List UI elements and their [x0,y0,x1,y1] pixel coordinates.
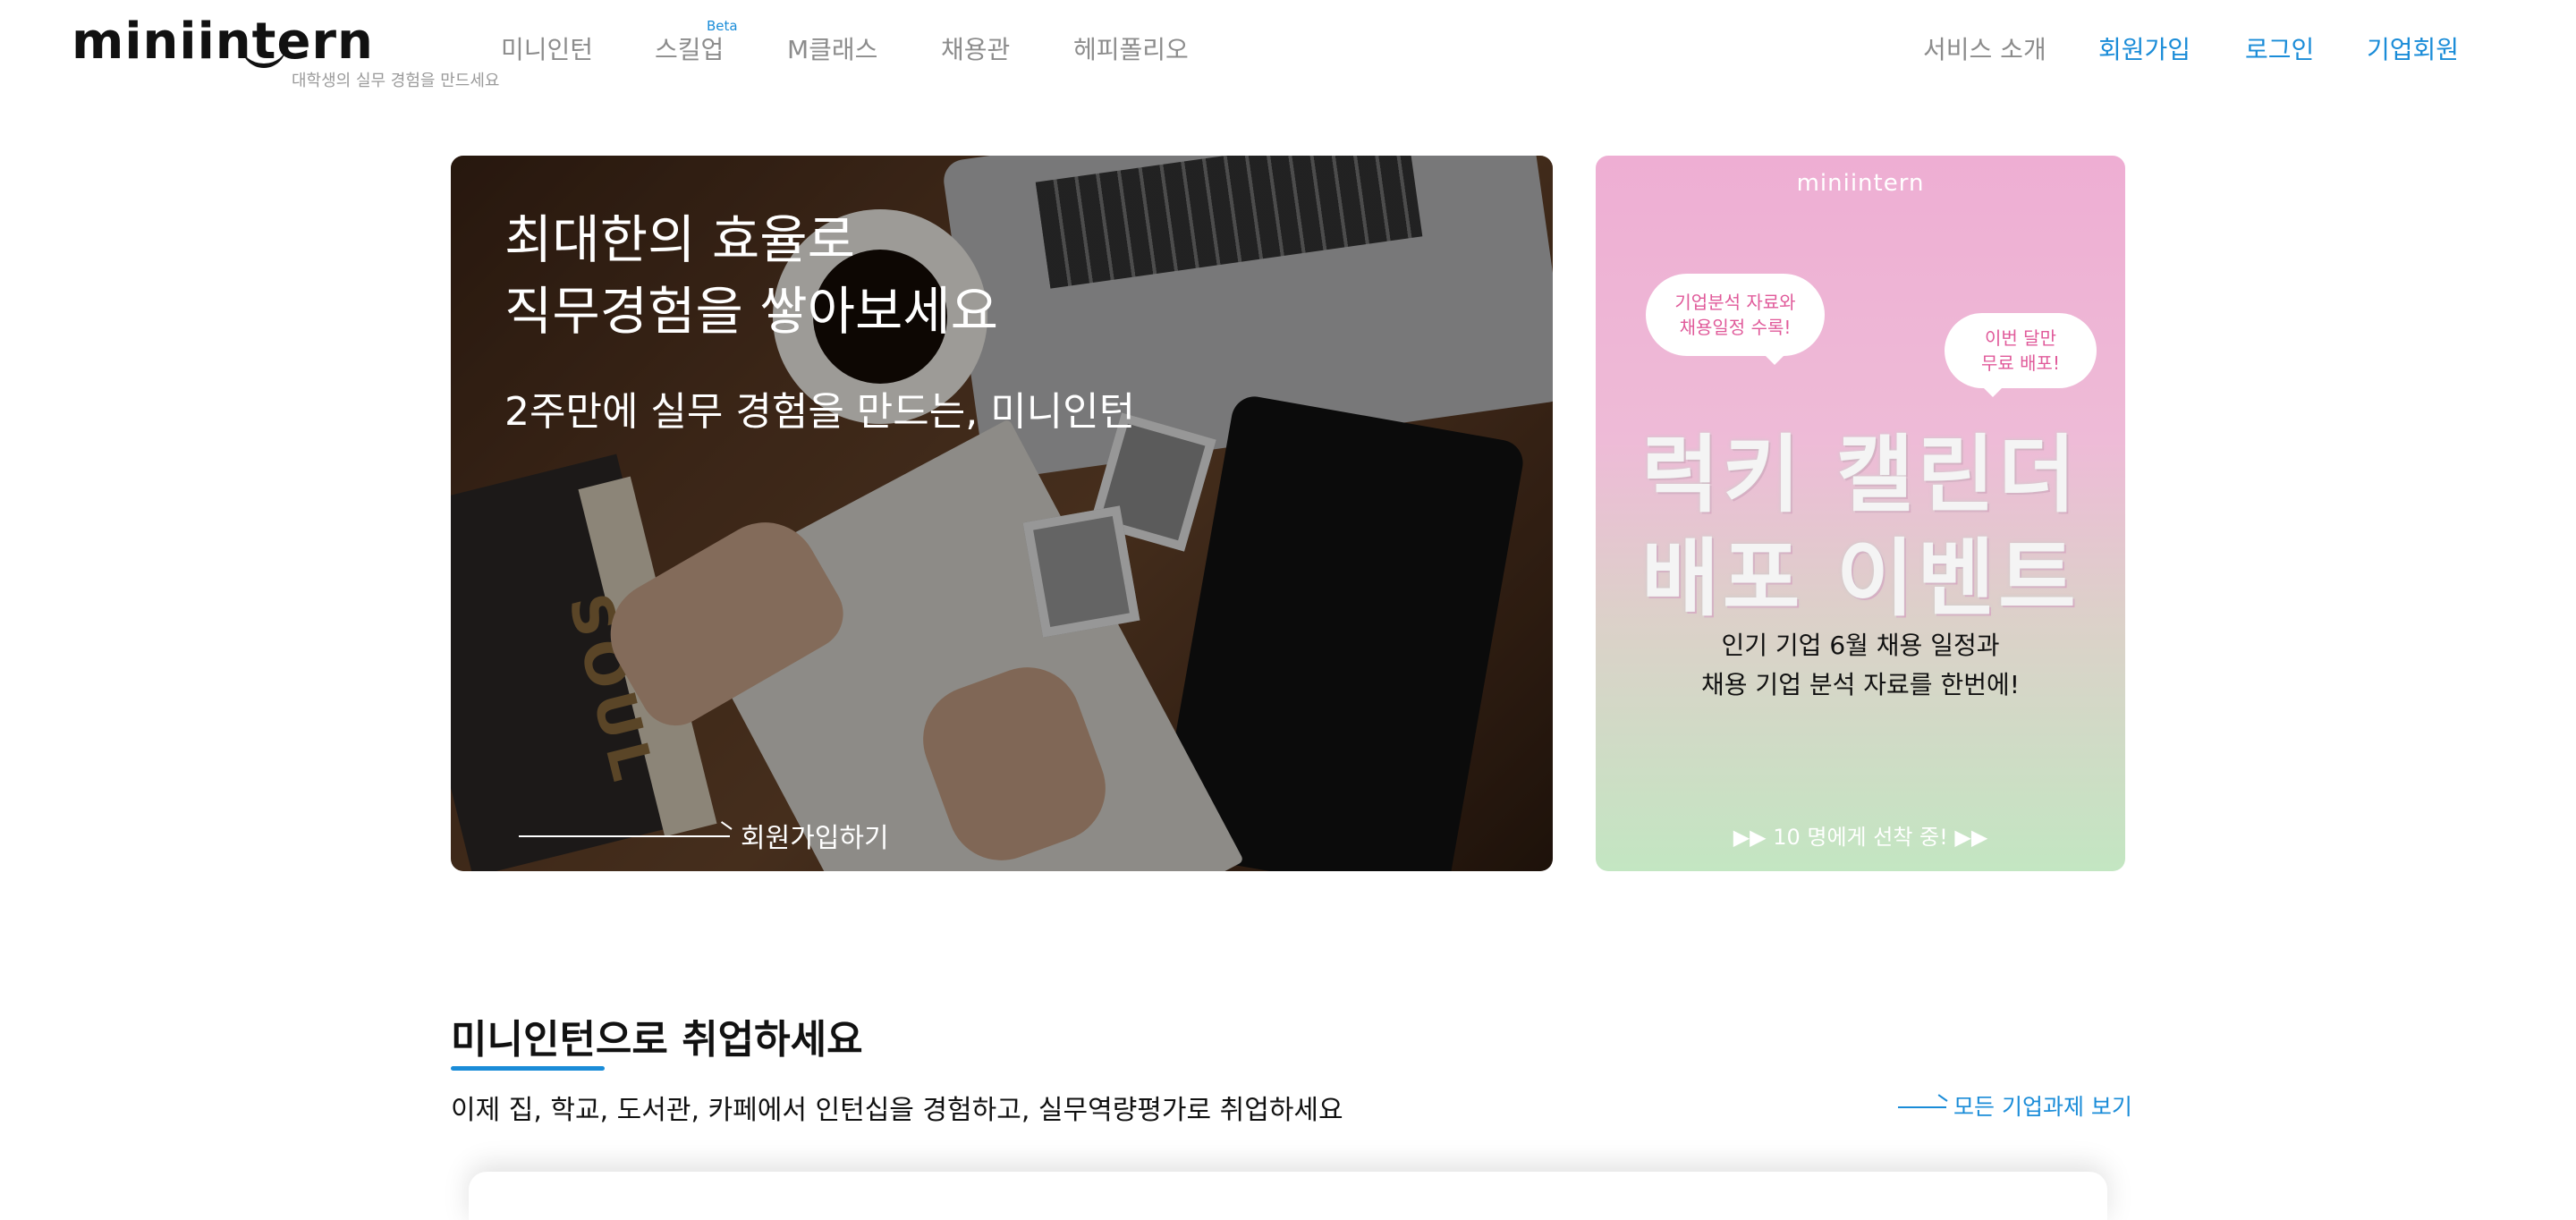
section-subtitle: 이제 집, 학교, 도서관, 카페에서 인턴십을 경험하고, 실무역량평가로 취… [451,1095,1343,1126]
signup-link[interactable]: 회원가입 [2098,30,2190,66]
section-title-underline [451,1066,605,1071]
hero-title: 최대한의 효율로 직무경험을 쌓아보세요 [504,209,999,342]
speech-bubble-right: 이번 달만 무료 배포! [1945,313,2097,397]
nav-m-class[interactable]: M클래스 [787,30,877,66]
event-banner-card[interactable]: miniintern 기업분석 자료와 채용일정 수록! 이번 달만 무료 배포… [1596,156,2125,871]
nav-happyfolio[interactable]: 헤피폴리오 [1073,30,1189,66]
nav-service-intro[interactable]: 서비스 소개 [1923,30,2046,66]
miniintern-logo[interactable]: miniintern 대학생의 실무 경험을 만드세요 [72,13,499,90]
hero-subtitle: 2주만에 실무 경험을 만드는, 미니인턴 [504,389,1136,435]
corporate-member-link[interactable]: 기업회원 [2367,30,2459,66]
view-all-tasks-label: 모든 기업과제 보기 [1953,1094,2132,1120]
nav-skill-up[interactable]: 스킬업 [655,30,724,66]
beta-badge: Beta [707,18,738,34]
nav-mini-intern[interactable]: 미니인턴 [501,30,593,66]
section-title: 미니인턴으로 취업하세요 [451,1017,863,1063]
login-link[interactable]: 로그인 [2245,30,2314,66]
hero-signup-label: 회원가입하기 [741,823,889,854]
speech-bubble-left: 기업분석 자료와 채용일정 수록! [1646,274,1825,365]
logo-wordmark: miniintern [72,13,374,71]
event-logo: miniintern [1796,170,1925,197]
speech-bubble-left-text: 기업분석 자료와 채용일정 수록! [1674,292,1796,338]
speech-bubble-right-text: 이번 달만 무료 배포! [1981,327,2060,374]
nav-recruitment[interactable]: 채용관 [941,30,1010,66]
hero-banner[interactable]: SOUL 최대한의 효율로 직무경험을 쌓아보세요 2주만에 실무 경험을 만드… [451,156,1553,871]
card-list-top-edge [469,1172,2107,1220]
top-navigation-bar: miniintern 대학생의 실무 경험을 만드세요 미니인턴 스킬업 Bet… [0,0,2576,93]
logo-tagline: 대학생의 실무 경험을 만드세요 [292,72,500,90]
view-all-tasks-link[interactable]: 모든 기업과제 보기 [1898,1088,2132,1123]
event-footer: ▶▶ 10 명에게 선착 중! ▶▶ [1733,825,1988,850]
event-title: 럭키 캘린더 배포 이벤트 [1641,427,2080,628]
event-description: 인기 기업 6월 채용 일정과 채용 기업 분석 자료를 한번에! [1701,631,2020,699]
arrow-right-icon [1898,1106,1946,1108]
arrow-right-icon [519,835,730,837]
